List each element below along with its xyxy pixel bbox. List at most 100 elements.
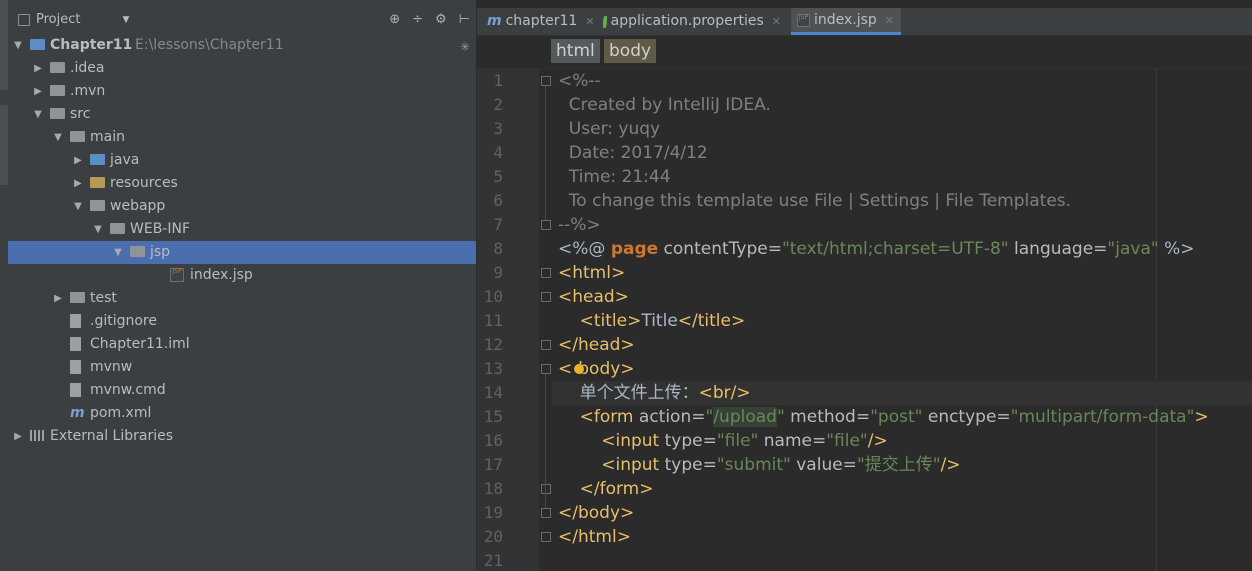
fold-marker-icon[interactable] (541, 364, 551, 374)
tree-item[interactable]: ▼ jsp (8, 241, 476, 264)
tree-item-label: .idea (70, 60, 105, 76)
tag-body-bracket: < (558, 359, 573, 379)
fold-marker-icon[interactable] (541, 292, 551, 302)
module-folder-icon (30, 39, 45, 50)
code-line-6: To change this template use File | Setti… (558, 191, 1072, 211)
chevron-right-icon[interactable]: ▶ (52, 287, 64, 310)
chevron-down-icon[interactable]: ▼ (32, 103, 44, 126)
attr-contenttype: contentType= (658, 239, 782, 259)
file-icon (70, 337, 81, 351)
folder-icon (90, 200, 105, 211)
tree-item[interactable]: ▼ Chapter11 E:\lessons\Chapter11 (8, 34, 476, 57)
fold-marker-icon[interactable] (541, 508, 551, 518)
attr-type: type= (659, 455, 717, 475)
project-icon (18, 13, 30, 26)
tag-self-close: /> (867, 431, 888, 451)
folder-icon (50, 62, 65, 73)
folder-icon (130, 246, 145, 257)
tree-item[interactable]: ▶ External Libraries (8, 425, 476, 448)
chevron-down-icon[interactable]: ▼ (12, 34, 24, 57)
settings-gear-icon[interactable]: ⚙ (435, 12, 447, 27)
tree-item[interactable]: ▶ java (8, 149, 476, 172)
project-panel-tools: ⊕ ÷ ⚙ ⊢ (389, 12, 470, 27)
scroll-from-source-icon[interactable]: ⊕ (389, 12, 400, 27)
chevron-down-icon[interactable]: ▼ (92, 218, 104, 241)
editor-tab[interactable]: application.properties ✕ (597, 8, 787, 35)
tree-item[interactable]: .gitignore (8, 310, 476, 333)
chevron-down-icon[interactable]: ▼ (52, 126, 64, 149)
tree-item[interactable]: mvnw.cmd (8, 379, 476, 402)
tree-item[interactable]: Chapter11.iml (8, 333, 476, 356)
jsp-file-icon: JSP (170, 268, 184, 282)
fold-marker-icon[interactable] (541, 340, 551, 350)
chevron-down-icon[interactable]: ▼ (112, 241, 124, 264)
code-line-12: </head> (558, 335, 635, 355)
libraries-icon (30, 430, 44, 441)
line-number: 9 (493, 263, 503, 282)
upload-label-text: 单个文件上传： (558, 383, 699, 403)
tool-window-project-button[interactable] (0, 0, 8, 90)
editor-tab[interactable]: JSP index.jsp ✕ (791, 8, 901, 35)
tool-window-structure-button[interactable] (0, 105, 8, 185)
spring-leaf-icon (603, 15, 607, 28)
collapse-all-icon[interactable]: ÷ (412, 12, 423, 27)
tree-item-label: index.jsp (190, 267, 253, 283)
editor-tab-label: index.jsp (814, 11, 877, 28)
tree-item-label: WEB-INF (130, 221, 190, 237)
tree-item[interactable]: ▶ test (8, 287, 476, 310)
tree-item[interactable]: ▼ src (8, 103, 476, 126)
code-line-11: <title>Title</title> (558, 309, 746, 333)
code-line-7: --%> (558, 215, 601, 235)
chevron-right-icon[interactable]: ▶ (72, 149, 84, 172)
chevron-right-icon[interactable]: ▶ (32, 57, 44, 80)
attr-language: language= (1008, 239, 1108, 259)
breadcrumb: html body (477, 36, 1252, 69)
chevron-down-icon[interactable]: ▼ (72, 195, 84, 218)
code-line-8: <%@ page contentType="text/html;charset=… (558, 237, 1195, 261)
tree-item[interactable]: m pom.xml (8, 402, 476, 425)
tree-item[interactable]: JSP index.jsp (8, 264, 476, 287)
line-number: 10 (483, 287, 503, 306)
value-name-file: "file" (826, 431, 868, 451)
tag-input-file: <input (558, 431, 660, 451)
chevron-right-icon[interactable]: ▶ (32, 80, 44, 103)
tree-item[interactable]: ▶ resources (8, 172, 476, 195)
tree-item-label: .mvn (70, 83, 106, 99)
breadcrumb-html[interactable]: html (551, 39, 600, 63)
tag-title-close: </title> (677, 311, 746, 331)
chevron-right-icon[interactable]: ▶ (72, 172, 84, 195)
editor-tab[interactable]: m chapter11 ✕ (481, 8, 595, 35)
tree-item[interactable]: ▼ main (8, 126, 476, 149)
breadcrumb-body[interactable]: body (604, 39, 657, 63)
tree-item[interactable]: ▶ .mvn (8, 80, 476, 103)
project-view-selector[interactable]: Project ▼ (18, 12, 129, 27)
hide-panel-icon[interactable]: ⊢ (459, 12, 470, 27)
tree-item[interactable]: ▶ .idea (8, 57, 476, 80)
fold-marker-icon[interactable] (541, 268, 551, 278)
close-icon[interactable]: ✕ (885, 7, 894, 34)
editor-tabs: m chapter11 ✕ application.properties ✕ JSP ind… (477, 8, 1252, 36)
tree-item[interactable]: ▼ webapp (8, 195, 476, 218)
folder-icon (70, 292, 85, 303)
folder-icon (70, 131, 85, 142)
close-icon[interactable]: ✕ (772, 8, 781, 35)
tree-item[interactable]: ▼ WEB-INF (8, 218, 476, 241)
fold-marker-icon[interactable] (541, 532, 551, 542)
line-number-gutter[interactable]: 1 2 3 4 5 6 7 8 9 10 11 12 13 14 15 16 17 18 19 20 21 (477, 69, 539, 571)
tree-item[interactable]: mvnw (8, 356, 476, 379)
fold-marker-icon[interactable] (541, 220, 551, 230)
close-icon[interactable]: ✕ (585, 8, 594, 35)
fold-marker-icon[interactable] (541, 484, 551, 494)
chevron-right-icon[interactable]: ▶ (12, 425, 24, 448)
file-icon (70, 360, 81, 374)
tree-item-label: jsp (150, 244, 171, 260)
maven-icon: m (70, 405, 85, 421)
fold-guide-line (545, 86, 546, 220)
line-number: 12 (483, 335, 503, 354)
line-number: 6 (493, 191, 503, 210)
code-line-14: 单个文件上传：<br/> (552, 381, 1252, 405)
tag-self-close: /> (940, 455, 961, 475)
project-path: E:\lessons\Chapter11 (135, 37, 284, 53)
fold-marker-icon[interactable] (541, 76, 551, 86)
code-line-15: <form action="/upload" method="post" enc… (558, 405, 1209, 429)
